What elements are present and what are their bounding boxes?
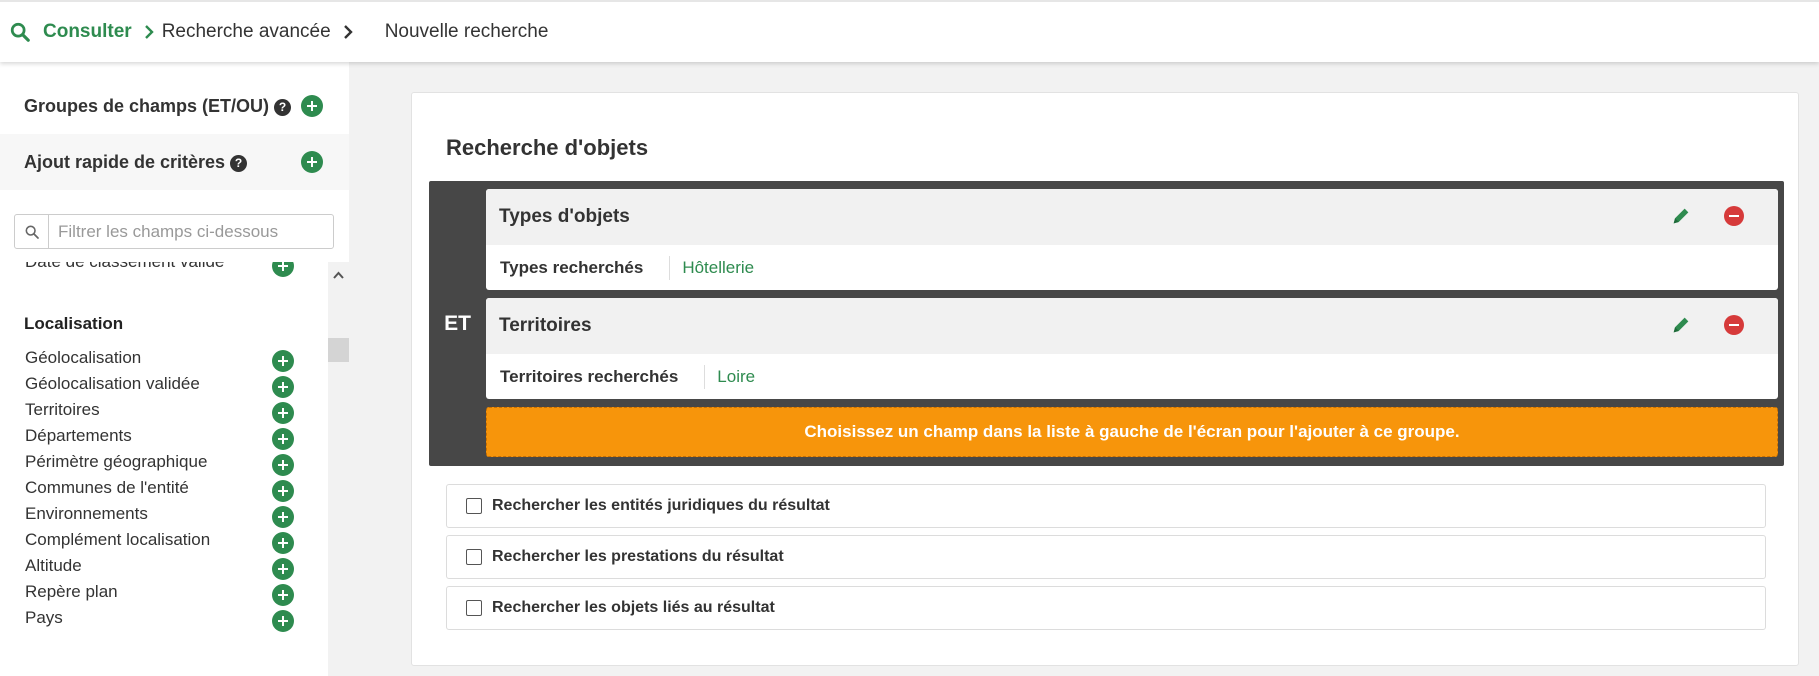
list-item-label: Communes de l'entité [25, 478, 189, 497]
criterion-row: Types recherchés Hôtellerie [486, 245, 1778, 290]
add-field-button[interactable] [272, 480, 294, 502]
list-item-label: Géolocalisation [25, 348, 142, 367]
criterion-card: Territoires Territoires recherchés Loire [486, 298, 1778, 399]
quick-add-criteria-button[interactable] [301, 151, 323, 173]
remove-criterion-button[interactable] [1724, 206, 1744, 226]
breadcrumb-current: Nouvelle recherche [384, 21, 549, 42]
scrollbar-thumb[interactable] [328, 338, 349, 362]
field-filter [14, 214, 334, 249]
list-item-label: Géolocalisation validée [25, 374, 200, 393]
remove-criterion-button[interactable] [1724, 315, 1744, 335]
criterion-name: Types d'objets [499, 206, 630, 227]
list-item[interactable]: Pays [0, 604, 328, 634]
option-label: Rechercher les objets liés au résultat [492, 599, 775, 616]
add-field-button[interactable] [272, 454, 294, 476]
list-item-label: Pays [25, 608, 63, 627]
option-row[interactable]: Rechercher les objets liés au résultat [446, 586, 1766, 630]
list-item-label: Départements [25, 426, 132, 445]
list-item-label: Repère plan [25, 582, 118, 601]
criteria-group: ET Types d'objets Types recherchés Hôtel… [429, 181, 1784, 466]
pencil-icon[interactable] [1670, 205, 1692, 227]
add-field-button[interactable] [272, 262, 294, 277]
add-field-group-button[interactable] [301, 95, 323, 117]
list-item-label: Environnements [25, 504, 148, 523]
breadcrumb-advanced-search-link[interactable]: Recherche avancée [162, 21, 331, 43]
add-field-button[interactable] [272, 532, 294, 554]
add-field-button[interactable] [272, 376, 294, 398]
sidebar: Groupes de champs (ET/OU)? Ajout rapide … [0, 62, 349, 676]
search-card: Recherche d'objets ET Types d'objets Typ… [411, 92, 1799, 666]
criterion-value: Hôtellerie [682, 257, 755, 277]
search-icon [10, 22, 30, 42]
field-list-scrollbar[interactable] [328, 262, 349, 676]
option-row[interactable]: Rechercher les entités juridiques du rés… [446, 484, 1766, 528]
pencil-icon[interactable] [1670, 314, 1692, 336]
page-title: Recherche d'objets [446, 135, 649, 160]
option-label: Rechercher les entités juridiques du rés… [492, 497, 830, 514]
list-item-label: Altitude [25, 556, 82, 575]
criterion-row: Territoires recherchés Loire [486, 354, 1778, 399]
services-checkbox[interactable] [466, 549, 482, 565]
criterion-field: Types recherchés [500, 255, 671, 280]
breadcrumb: Consulter Recherche avancée Nouvelle rec… [0, 0, 1819, 62]
quick-add-title: Ajout rapide de critères? [24, 152, 248, 173]
add-field-button[interactable] [272, 584, 294, 606]
chevron-up-icon[interactable] [332, 270, 345, 280]
add-field-button[interactable] [272, 558, 294, 580]
group-operator[interactable]: ET [429, 181, 486, 466]
criterion-field: Territoires recherchés [500, 364, 706, 389]
list-item-label: Date de classement validé [25, 262, 224, 272]
option-label: Rechercher les prestations du résultat [492, 548, 784, 565]
quick-add-header: Ajout rapide de critères? [0, 134, 349, 190]
list-item-label: Territoires [25, 400, 100, 419]
field-list: Date de classement validé Localisation G… [0, 262, 328, 676]
breadcrumb-consulter-link[interactable]: Consulter [43, 21, 132, 43]
add-field-button[interactable] [272, 350, 294, 372]
field-filter-input[interactable] [49, 221, 329, 242]
add-field-button[interactable] [272, 506, 294, 528]
add-field-button[interactable] [272, 428, 294, 450]
help-icon[interactable]: ? [274, 98, 292, 116]
criterion-value: Loire [717, 366, 756, 386]
criterion-card: Types d'objets Types recherchés Hôteller… [486, 189, 1778, 290]
criterion-name: Territoires [499, 315, 592, 336]
field-groups-header: Groupes de champs (ET/OU)? [0, 78, 349, 134]
section-title-localisation: Localisation [24, 314, 124, 333]
add-field-button[interactable] [272, 402, 294, 424]
add-field-dropzone[interactable]: Choisissez un champ dans la liste à gauc… [486, 407, 1778, 457]
option-row[interactable]: Rechercher les prestations du résultat [446, 535, 1766, 579]
field-groups-title: Groupes de champs (ET/OU)? [24, 96, 292, 117]
list-item-label: Complément localisation [25, 530, 211, 549]
add-field-button[interactable] [272, 610, 294, 632]
criterion-header: Types d'objets [486, 189, 1778, 245]
criterion-header: Territoires [486, 298, 1778, 354]
help-icon[interactable]: ? [230, 154, 248, 172]
list-item-label: Périmètre géographique [25, 452, 208, 471]
chevron-right-icon [144, 25, 154, 39]
linked-objects-checkbox[interactable] [466, 600, 482, 616]
legal-entities-checkbox[interactable] [466, 498, 482, 514]
chevron-right-icon [343, 25, 353, 39]
search-icon [15, 215, 49, 248]
